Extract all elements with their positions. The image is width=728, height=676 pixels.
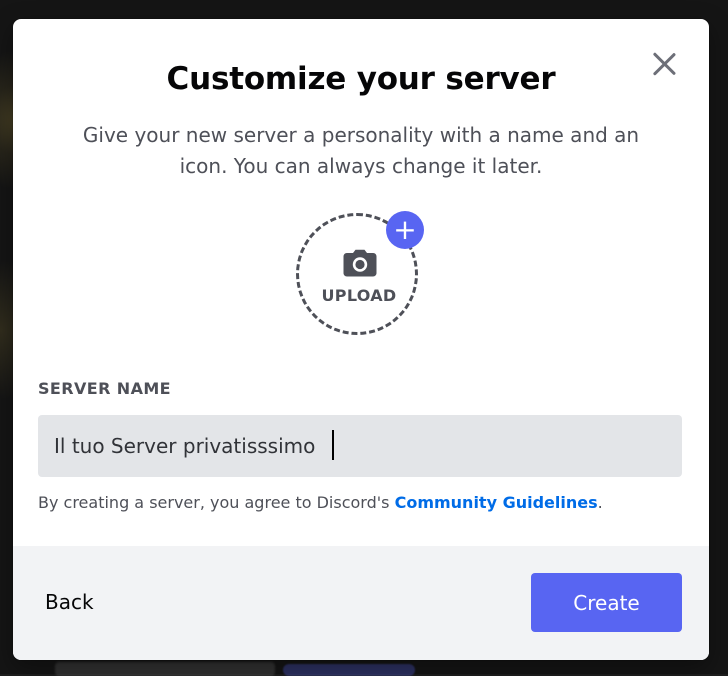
customize-server-modal: Customize your server Give your new serv… [13, 19, 709, 660]
text-cursor [332, 430, 334, 460]
plus-icon[interactable]: + [386, 211, 424, 249]
guidelines-prefix: By creating a server, you agree to Disco… [38, 493, 395, 512]
upload-icon-button[interactable]: UPLOAD + [294, 211, 424, 341]
server-name-input[interactable] [38, 415, 682, 477]
background-pill-blur [283, 664, 415, 676]
modal-footer: Back Create [13, 546, 709, 660]
guidelines-text: By creating a server, you agree to Disco… [38, 493, 603, 512]
guidelines-suffix: . [597, 493, 603, 512]
modal-subtitle: Give your new server a personality with … [82, 123, 640, 178]
modal-title: Customize your server [166, 61, 556, 97]
upload-label: UPLOAD [321, 286, 397, 305]
back-button[interactable]: Back [45, 590, 94, 614]
create-button[interactable]: Create [531, 573, 682, 632]
server-name-label: SERVER NAME [38, 379, 172, 398]
community-guidelines-link[interactable]: Community Guidelines [395, 493, 598, 512]
camera-icon [343, 249, 377, 277]
